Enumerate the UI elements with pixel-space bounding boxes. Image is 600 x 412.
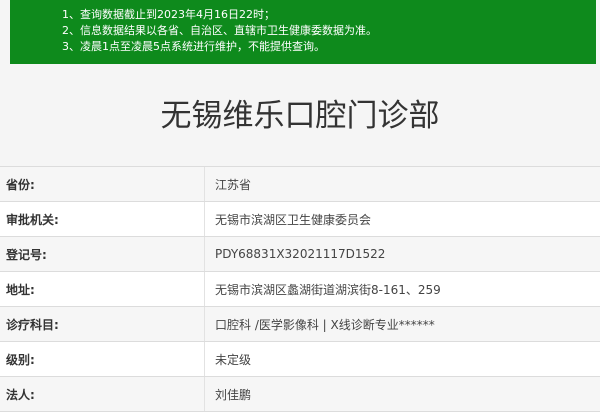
- row-label: 法人:: [0, 377, 205, 411]
- row-value: 无锡市滨湖区卫生健康委员会: [215, 212, 372, 227]
- row-value: 无锡市滨湖区蠡湖街道湖滨街8-161、259: [215, 282, 441, 297]
- table-row-registration-number: 登记号: PDY68831X32021117D1522: [0, 237, 600, 272]
- row-label: 登记号:: [0, 237, 205, 271]
- table-row-address: 地址: 无锡市滨湖区蠡湖街道湖滨街8-161、259: [0, 272, 600, 307]
- table-row-level: 级别: 未定级: [0, 342, 600, 377]
- page-title: 无锡维乐口腔门诊部: [160, 98, 440, 134]
- row-value: PDY68831X32021117D1522: [215, 247, 386, 261]
- table-row-legal-person: 法人: 刘佳鹏: [0, 377, 600, 412]
- row-label: 审批机关:: [0, 202, 205, 236]
- notice-line: 1、查询数据截止到2023年4月16日22时；: [62, 8, 275, 21]
- row-value: 江苏省: [215, 177, 252, 192]
- row-label: 诊疗科目:: [0, 307, 205, 341]
- table-row-approval-authority: 审批机关: 无锡市滨湖区卫生健康委员会: [0, 202, 600, 237]
- row-label: 级别:: [0, 342, 205, 376]
- notice-line: 3、凌晨1点至凌晨5点系统进行维护，不能提供查询。: [62, 40, 325, 53]
- table-row-departments: 诊疗科目: 口腔科 /医学影像科 | X线诊断专业******: [0, 307, 600, 342]
- row-label: 省份:: [0, 167, 205, 201]
- row-value: 口腔科 /医学影像科 | X线诊断专业******: [215, 317, 435, 332]
- notice-banner: 1、查询数据截止到2023年4月16日22时； 2、信息数据结果以各省、自治区、…: [10, 0, 596, 64]
- notice-line: 2、信息数据结果以各省、自治区、直辖市卫生健康委数据为准。: [62, 24, 377, 37]
- row-value: 未定级: [215, 352, 252, 367]
- info-table: 省份: 江苏省 审批机关: 无锡市滨湖区卫生健康委员会 登记号: PDY6883…: [0, 166, 600, 412]
- row-label: 地址:: [0, 272, 205, 306]
- table-row-province: 省份: 江苏省: [0, 167, 600, 202]
